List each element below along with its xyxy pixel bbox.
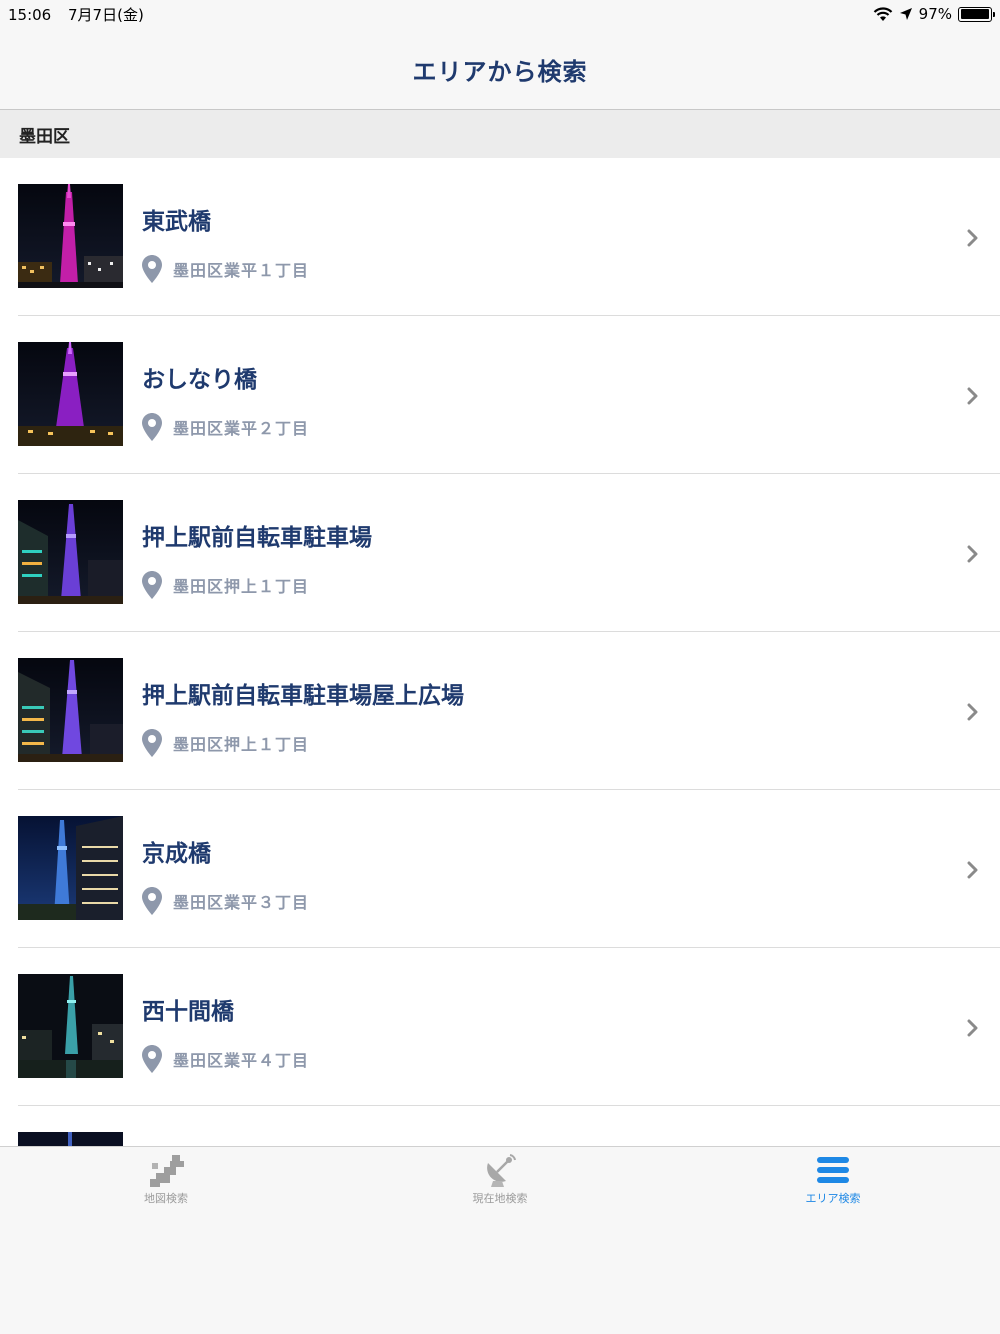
navigation-bar: エリアから検索 xyxy=(0,30,1000,110)
status-time: 15:06 xyxy=(8,6,52,24)
spot-name: 京成橋 xyxy=(142,841,211,867)
list-item[interactable]: 押上駅前自転車駐車場屋上広場 墨田区押上１丁目 xyxy=(0,632,1000,790)
chevron-right-icon xyxy=(967,861,978,879)
location-pin-icon xyxy=(142,255,162,283)
location-pin-icon xyxy=(142,887,162,915)
spot-photo xyxy=(18,816,123,920)
tab-area-search[interactable]: エリア検索 xyxy=(773,1153,893,1206)
spot-address: 墨田区押上１丁目 xyxy=(173,735,310,754)
list-icon xyxy=(817,1157,849,1183)
spot-address: 墨田区押上１丁目 xyxy=(173,577,310,596)
status-date: 7月7日(金) xyxy=(68,6,144,24)
location-arrow-icon xyxy=(899,8,912,20)
chevron-right-icon xyxy=(967,387,978,405)
list-item[interactable]: おしなり橋 墨田区業平２丁目 xyxy=(0,316,1000,474)
spot-name: おしなり橋 xyxy=(142,367,257,393)
spot-photo xyxy=(18,184,123,288)
spot-name: 押上駅前自転車駐車場屋上広場 xyxy=(142,683,464,709)
spot-address: 墨田区業平４丁目 xyxy=(173,1051,310,1070)
list-item[interactable]: 京成橋 墨田区業平３丁目 xyxy=(0,790,1000,948)
location-pin-icon xyxy=(142,413,162,441)
list-item[interactable]: 東武橋 墨田区業平１丁目 xyxy=(0,158,1000,316)
spot-name: 西十間橋 xyxy=(142,999,234,1025)
tab-label: 現在地検索 xyxy=(472,1192,528,1205)
tab-label: 地図検索 xyxy=(144,1192,188,1205)
status-bar: 15:06 7月7日(金) 97% xyxy=(0,0,1000,30)
battery-icon xyxy=(958,6,995,22)
wifi-icon xyxy=(873,6,892,21)
tab-bar: 地図検索 現在地検索 エリア検索 xyxy=(0,1146,1000,1334)
satellite-dish-icon xyxy=(487,1154,516,1187)
spot-address: 墨田区業平２丁目 xyxy=(173,419,310,438)
spot-photo xyxy=(18,500,123,604)
page-title: エリアから検索 xyxy=(412,58,588,86)
list-item[interactable] xyxy=(0,1106,1000,1146)
location-pin-icon xyxy=(142,729,162,757)
chevron-right-icon xyxy=(967,1019,978,1037)
section-title: 墨田区 xyxy=(19,126,70,147)
list-item[interactable]: 押上駅前自転車駐車場 墨田区押上１丁目 xyxy=(0,474,1000,632)
spot-name: 押上駅前自転車駐車場 xyxy=(142,525,372,551)
spot-name: 東武橋 xyxy=(142,209,211,235)
list-item[interactable]: 西十間橋 墨田区業平４丁目 xyxy=(0,948,1000,1106)
tab-current-location-search[interactable]: 現在地検索 xyxy=(440,1153,560,1206)
japan-map-icon xyxy=(150,1155,184,1187)
spot-photo xyxy=(18,1132,123,1146)
location-pin-icon xyxy=(142,571,162,599)
tab-label: エリア検索 xyxy=(805,1192,861,1205)
spot-address: 墨田区業平３丁目 xyxy=(173,893,310,912)
chevron-right-icon xyxy=(967,545,978,563)
spot-photo xyxy=(18,658,123,762)
tab-map-search[interactable]: 地図検索 xyxy=(106,1153,226,1206)
battery-percent: 97% xyxy=(918,5,952,23)
chevron-right-icon xyxy=(967,229,978,247)
spot-photo xyxy=(18,342,123,446)
chevron-right-icon xyxy=(967,703,978,721)
section-header: 墨田区 xyxy=(0,110,1000,158)
spot-address: 墨田区業平１丁目 xyxy=(173,261,310,280)
area-list[interactable]: 東武橋 墨田区業平１丁目 おしなり橋 墨田区業平２丁目 押上駅前自転車駐車場 墨… xyxy=(0,158,1000,1146)
spot-photo xyxy=(18,974,123,1078)
location-pin-icon xyxy=(142,1045,162,1073)
